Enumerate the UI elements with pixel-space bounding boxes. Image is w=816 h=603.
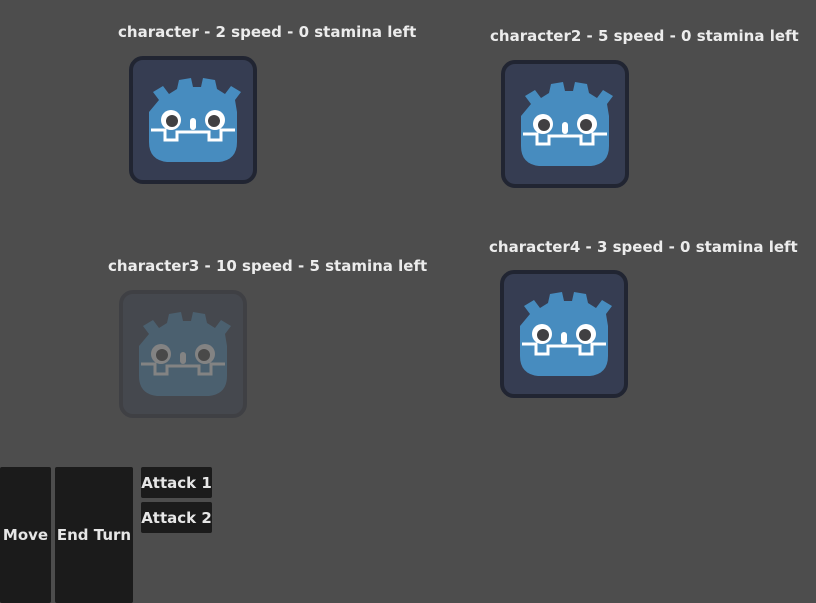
character-3-label: character3 - 10 speed - 5 stamina left	[108, 257, 428, 275]
character-2-label: character2 - 5 speed - 0 stamina left	[490, 27, 799, 45]
attack-2-button[interactable]: Attack 2	[141, 502, 212, 533]
end-turn-button[interactable]: End Turn	[55, 467, 133, 603]
character-1-label: character - 2 speed - 0 stamina left	[118, 23, 417, 41]
godot-icon[interactable]	[501, 60, 629, 188]
move-button[interactable]: Move	[0, 467, 51, 603]
godot-icon[interactable]	[129, 56, 257, 184]
godot-icon[interactable]	[500, 270, 628, 398]
godot-icon[interactable]	[119, 290, 247, 418]
character-4-label: character4 - 3 speed - 0 stamina left	[489, 238, 798, 256]
attack-1-button[interactable]: Attack 1	[141, 467, 212, 498]
